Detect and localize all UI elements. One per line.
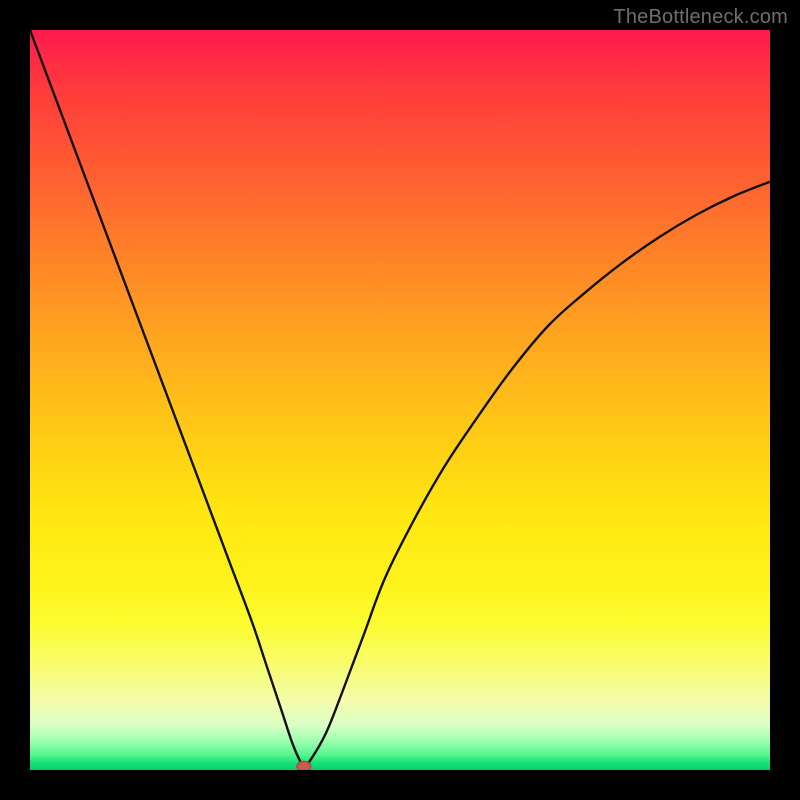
curve-layer xyxy=(30,30,770,770)
minimum-marker xyxy=(297,761,311,770)
plot-area xyxy=(30,30,770,770)
bottleneck-curve xyxy=(30,30,770,766)
chart-frame: TheBottleneck.com xyxy=(0,0,800,800)
watermark-text: TheBottleneck.com xyxy=(613,6,788,29)
